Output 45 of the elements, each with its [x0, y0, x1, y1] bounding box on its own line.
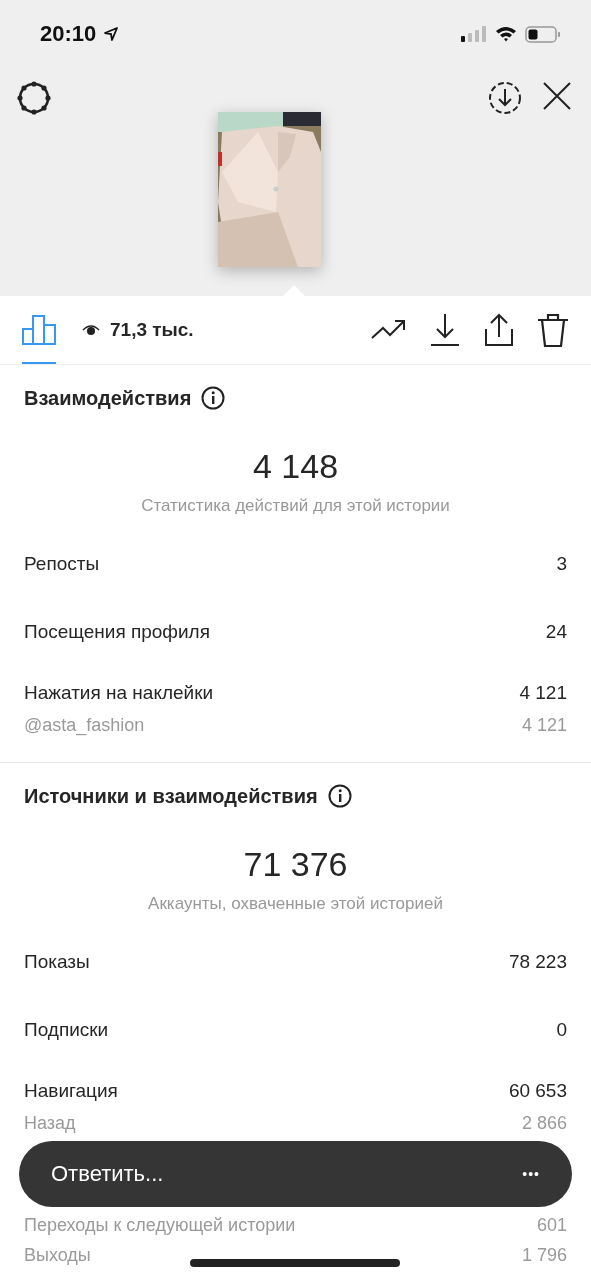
info-icon[interactable]: [201, 386, 226, 410]
metric-label: Репосты: [24, 553, 100, 575]
view-count: 71,3 тыс.: [110, 319, 194, 341]
battery-icon: [525, 25, 561, 43]
submetric-value: 4 121: [521, 714, 567, 736]
status-time: 20:10: [40, 21, 97, 47]
info-icon[interactable]: [327, 784, 352, 808]
submetric-value: 2 866: [521, 1112, 567, 1134]
metric-value: 24: [545, 621, 567, 643]
bar-chart-icon: [22, 315, 56, 345]
submetric-value: 601: [536, 1214, 567, 1236]
metric-label: Нажатия на наклейки: [24, 682, 214, 704]
metric-label: Навигация: [24, 1080, 118, 1102]
metric-label: Подписки: [24, 1019, 109, 1041]
location-arrow-icon: [104, 27, 119, 41]
submetric-label: Переходы к следующей истории: [24, 1214, 296, 1236]
trash-icon[interactable]: [537, 313, 569, 347]
total-caption: Аккаунты, охваченные этой историей: [147, 894, 444, 914]
download-icon[interactable]: [487, 80, 523, 116]
submetric-label: @asta_fashion: [24, 714, 145, 736]
eye-icon: [82, 324, 100, 336]
reply-field[interactable]: Ответить... •••: [19, 1141, 572, 1207]
trend-icon[interactable]: [371, 318, 407, 342]
submetric-label: Выходы: [24, 1244, 91, 1266]
share-icon[interactable]: [483, 313, 515, 347]
metric-label: Показы: [24, 951, 90, 973]
signal-icon: [461, 26, 487, 42]
submetric-value: 1 796: [521, 1244, 567, 1266]
metric-label: Посещения профиля: [24, 621, 210, 643]
metric-value: 78 223: [508, 951, 567, 973]
more-button[interactable]: •••: [522, 1166, 540, 1182]
metric-value: 0: [556, 1019, 567, 1041]
total-count: 71 376: [242, 844, 349, 885]
section-title: Взаимодействия: [24, 386, 192, 410]
submetric-label: Назад: [24, 1112, 76, 1134]
wifi-icon: [495, 26, 517, 42]
metric-value: 3: [556, 553, 567, 575]
close-icon[interactable]: [541, 80, 573, 112]
section-title: Источники и взаимодействия: [24, 784, 318, 808]
settings-icon[interactable]: [16, 80, 52, 116]
download-icon[interactable]: [429, 313, 461, 347]
metric-value: 60 653: [508, 1080, 567, 1102]
total-count: 4 148: [251, 446, 340, 487]
metric-value: 4 121: [519, 682, 567, 704]
total-caption: Статистика действий для этой истории: [140, 496, 451, 516]
